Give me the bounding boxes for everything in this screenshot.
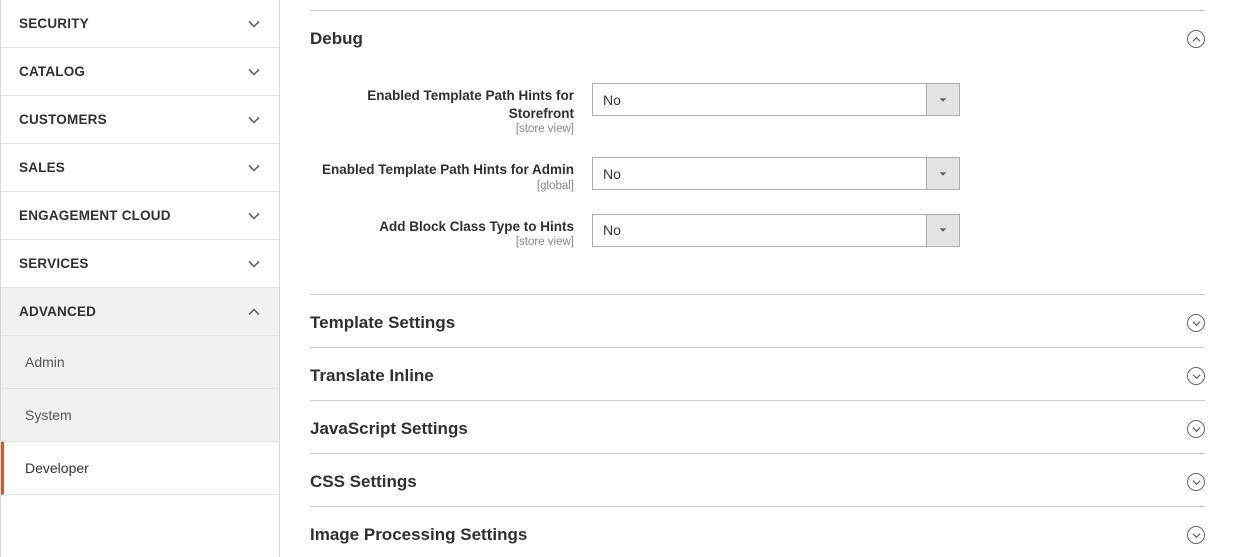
section-header-translate-inline[interactable]: Translate Inline: [310, 348, 1205, 401]
field-label: Enabled Template Path Hints for Storefro…: [310, 87, 574, 122]
field-template-hints-storefront: Enabled Template Path Hints for Storefro…: [310, 83, 1205, 135]
sidebar-item-label: CUSTOMERS: [19, 112, 107, 127]
field-label-wrap: Enabled Template Path Hints for Storefro…: [310, 83, 592, 135]
section-header-css-settings[interactable]: CSS Settings: [310, 454, 1205, 507]
field-template-hints-admin: Enabled Template Path Hints for Admin [g…: [310, 157, 1205, 192]
sidebar-subitem-admin[interactable]: Admin: [1, 336, 279, 389]
chevron-down-icon: [247, 65, 261, 79]
sidebar-item-sales[interactable]: SALES: [1, 144, 279, 192]
select-template-hints-storefront[interactable]: No: [592, 83, 960, 116]
section-body-debug: Enabled Template Path Hints for Storefro…: [310, 63, 1205, 295]
chevron-down-icon: [247, 209, 261, 223]
section-title: Debug: [310, 29, 363, 49]
sidebar-item-label: ENGAGEMENT CLOUD: [19, 208, 171, 223]
config-sidebar: SECURITY CATALOG CUSTOMERS SALES ENGAGEM…: [0, 0, 280, 557]
field-control: No: [592, 83, 960, 116]
expand-icon: [1187, 420, 1205, 438]
chevron-down-icon: [247, 17, 261, 31]
expand-icon: [1187, 367, 1205, 385]
expand-icon: [1187, 526, 1205, 544]
dropdown-trigger-icon: [926, 214, 960, 247]
select-value: No: [592, 157, 926, 190]
select-template-hints-admin[interactable]: No: [592, 157, 960, 190]
expand-icon: [1187, 473, 1205, 491]
dropdown-trigger-icon: [926, 83, 960, 116]
field-label: Add Block Class Type to Hints: [310, 218, 574, 236]
field-scope: [store view]: [310, 236, 574, 248]
sidebar-subitem-system[interactable]: System: [1, 389, 279, 442]
sidebar-item-security[interactable]: SECURITY: [1, 0, 279, 48]
sidebar-item-services[interactable]: SERVICES: [1, 240, 279, 288]
chevron-down-icon: [247, 257, 261, 271]
sidebar-item-engagement-cloud[interactable]: ENGAGEMENT CLOUD: [1, 192, 279, 240]
section-title: Translate Inline: [310, 366, 434, 386]
sidebar-item-catalog[interactable]: CATALOG: [1, 48, 279, 96]
expand-icon: [1187, 314, 1205, 332]
sidebar-subnav-advanced: Admin System Developer: [1, 336, 279, 495]
section-header-debug[interactable]: Debug: [310, 11, 1205, 63]
field-label-wrap: Enabled Template Path Hints for Admin [g…: [310, 157, 592, 192]
sidebar-item-label: SERVICES: [19, 256, 89, 271]
chevron-down-icon: [247, 113, 261, 127]
section-header-image-processing-settings[interactable]: Image Processing Settings: [310, 507, 1205, 557]
section-header-javascript-settings[interactable]: JavaScript Settings: [310, 401, 1205, 454]
collapse-icon: [1187, 30, 1205, 48]
sidebar-subitem-developer[interactable]: Developer: [1, 442, 279, 495]
section-title: Template Settings: [310, 313, 455, 333]
field-control: No: [592, 157, 960, 190]
dropdown-trigger-icon: [926, 157, 960, 190]
main-content: Debug Enabled Template Path Hints for St…: [280, 0, 1235, 557]
sidebar-item-label: SALES: [19, 160, 65, 175]
field-label-wrap: Add Block Class Type to Hints [store vie…: [310, 214, 592, 249]
sidebar-item-label: SECURITY: [19, 16, 89, 31]
field-scope: [global]: [310, 180, 574, 192]
section-header-template-settings[interactable]: Template Settings: [310, 295, 1205, 348]
field-scope: [store view]: [310, 123, 574, 135]
field-block-class-hints: Add Block Class Type to Hints [store vie…: [310, 214, 1205, 249]
sidebar-item-customers[interactable]: CUSTOMERS: [1, 96, 279, 144]
section-title: CSS Settings: [310, 472, 417, 492]
select-block-class-hints[interactable]: No: [592, 214, 960, 247]
chevron-up-icon: [247, 305, 261, 319]
select-value: No: [592, 214, 926, 247]
sidebar-item-advanced[interactable]: ADVANCED: [1, 288, 279, 336]
chevron-down-icon: [247, 161, 261, 175]
field-control: No: [592, 214, 960, 247]
section-title: JavaScript Settings: [310, 419, 468, 439]
sidebar-item-label: ADVANCED: [19, 304, 96, 319]
section-title: Image Processing Settings: [310, 525, 527, 545]
field-label: Enabled Template Path Hints for Admin: [310, 161, 574, 179]
select-value: No: [592, 83, 926, 116]
sidebar-item-label: CATALOG: [19, 64, 85, 79]
